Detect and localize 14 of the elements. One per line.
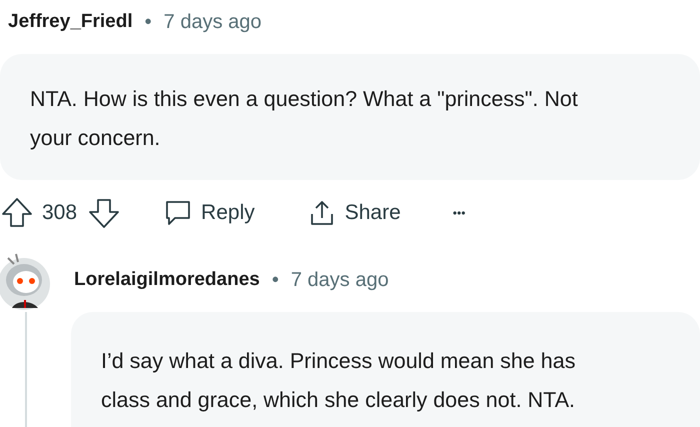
comment-text: I’d say what a diva. Princess would mean she has class and grace, which she clearly does not. NTA. — [71, 312, 700, 427]
timestamp: 7 days ago — [290, 268, 389, 293]
comment-text: NTA. How is this even a question? What a "princess". Not your concern. — [0, 54, 700, 180]
vote-count: 308 — [42, 200, 78, 226]
separator-dot: • — [272, 268, 279, 293]
downvote-icon[interactable] — [87, 196, 122, 230]
upvote-icon[interactable] — [0, 196, 34, 230]
more-options-button[interactable]: ••• — [452, 204, 466, 222]
timestamp: 7 days ago — [164, 10, 262, 35]
username[interactable]: Jeffrey_Friedl — [8, 8, 133, 36]
username[interactable]: Lorelaigilmoredanes — [74, 266, 260, 294]
reply-button[interactable]: Reply — [163, 197, 255, 229]
separator-dot: • — [144, 10, 152, 35]
share-button[interactable]: Share — [306, 197, 401, 229]
